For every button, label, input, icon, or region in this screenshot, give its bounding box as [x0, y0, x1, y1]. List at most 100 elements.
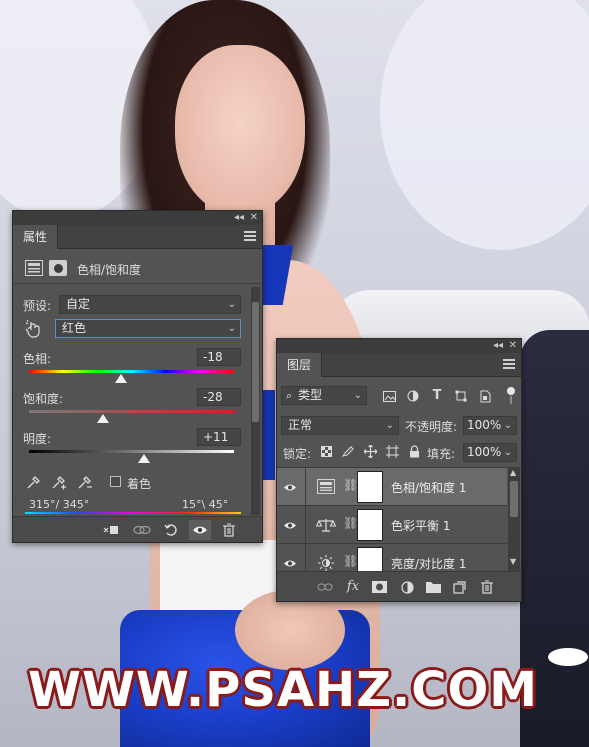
lock-position-icon[interactable] [363, 444, 377, 458]
reset-icon[interactable] [161, 521, 181, 539]
hue-value-field[interactable]: -18 [197, 348, 241, 366]
panel-titlebar[interactable]: ◂◂ ✕ [13, 211, 262, 225]
hue-slider-thumb[interactable] [115, 374, 128, 383]
layers-panel: ◂◂ ✕ 图层 ⌕ 类型 ⌄ T 正常 ⌄ 不透明度: 100% ⌄ 锁定: 填… [276, 338, 522, 602]
saturation-slider-track[interactable] [29, 410, 234, 413]
range-left-value: 315°/ 345° [29, 498, 90, 511]
adjustment-layer-icon [25, 260, 43, 276]
view-previous-state-icon[interactable] [131, 521, 153, 539]
layer-mask-thumbnail[interactable] [357, 509, 383, 541]
adjustment-title: 色相/饱和度 [77, 263, 142, 277]
layer-filter-value: 类型 [298, 388, 323, 402]
chevron-down-icon: ⌄ [227, 323, 236, 334]
preset-value: 自定 [66, 297, 91, 311]
lightness-value-field[interactable]: +11 [197, 428, 241, 446]
chevron-down-icon: ⌄ [503, 420, 512, 431]
opacity-label: 不透明度: [405, 420, 458, 434]
link-icon[interactable]: ⛓ [343, 554, 358, 568]
saturation-slider-thumb[interactable] [96, 414, 109, 423]
scroll-up-icon[interactable]: ▲ [510, 468, 516, 477]
fill-value: 100% [467, 445, 502, 459]
filter-type-icon[interactable]: T [429, 387, 445, 403]
eyedropper-add-icon[interactable] [49, 474, 69, 492]
lock-transparent-pixels-icon[interactable] [319, 444, 333, 458]
new-layer-icon[interactable] [449, 578, 469, 596]
blend-mode-value: 正常 [288, 418, 313, 432]
eyedropper-icon[interactable] [23, 474, 43, 492]
scrollbar-thumb[interactable] [252, 302, 259, 422]
targeted-adjustment-hand-icon[interactable] [23, 319, 43, 339]
scrollbar-thumb[interactable] [510, 481, 518, 517]
tab-properties[interactable]: 属性 [13, 225, 59, 249]
eye-icon[interactable] [283, 481, 297, 495]
eye-icon[interactable] [283, 519, 297, 533]
clip-to-layer-icon[interactable] [101, 521, 121, 539]
saturation-value-field[interactable]: -28 [197, 388, 241, 406]
chevron-down-icon: ⌄ [503, 447, 512, 458]
hue-saturation-icon [317, 479, 335, 494]
new-group-icon[interactable] [423, 578, 443, 596]
filter-toggle[interactable] [507, 387, 516, 405]
layer-name[interactable]: 亮度/对比度 1 [391, 555, 467, 571]
layer-row[interactable]: ⛓ 色相/饱和度 1 [277, 468, 507, 506]
add-mask-icon[interactable] [369, 578, 389, 596]
layer-name[interactable]: 色相/饱和度 1 [391, 479, 467, 496]
layer-mask-thumbnail[interactable] [357, 547, 383, 571]
panel-titlebar[interactable]: ◂◂ ✕ [277, 339, 521, 353]
scroll-down-icon[interactable]: ▼ [510, 557, 516, 566]
layer-row[interactable]: ⛓ 亮度/对比度 1 [277, 544, 507, 571]
preset-dropdown[interactable]: 自定 ⌄ [59, 295, 241, 314]
trash-icon[interactable] [477, 578, 497, 596]
panel-menu-icon[interactable] [244, 231, 256, 241]
close-icon[interactable]: ✕ [250, 211, 258, 225]
blend-mode-dropdown[interactable]: 正常 ⌄ [281, 416, 399, 435]
link-layers-icon[interactable] [315, 578, 335, 596]
collapse-icon[interactable]: ◂◂ [493, 339, 503, 353]
lightness-slider-thumb[interactable] [137, 454, 150, 463]
opacity-field[interactable]: 100% ⌄ [463, 416, 517, 435]
layer-filter-dropdown[interactable]: ⌕ 类型 ⌄ [281, 386, 367, 405]
fill-field[interactable]: 100% ⌄ [463, 443, 517, 462]
range-color-bar[interactable] [25, 512, 241, 514]
collapse-icon[interactable]: ◂◂ [234, 211, 244, 225]
layer-row[interactable]: ⛓ 色彩平衡 1 [277, 506, 507, 544]
lock-all-icon[interactable] [407, 443, 421, 459]
lock-image-pixels-icon[interactable] [341, 444, 355, 458]
panel-menu-icon[interactable] [503, 359, 515, 369]
new-adjustment-layer-icon[interactable] [397, 578, 417, 596]
layer-name[interactable]: 色彩平衡 1 [391, 517, 450, 534]
hue-label: 色相: [23, 352, 52, 366]
lock-artboard-icon[interactable] [385, 444, 399, 458]
saturation-label: 饱和度: [23, 392, 64, 406]
colorize-checkbox[interactable] [110, 476, 121, 487]
eye-icon[interactable] [283, 557, 297, 571]
channel-value: 红色 [62, 321, 87, 335]
lock-label: 锁定: [283, 447, 312, 461]
filter-adjustment-icon[interactable] [405, 388, 421, 404]
filter-smart-object-icon[interactable] [477, 388, 493, 404]
trash-icon[interactable] [219, 521, 239, 539]
filter-pixel-icon[interactable] [381, 388, 397, 404]
properties-scrollbar[interactable] [251, 287, 260, 515]
channel-dropdown[interactable]: 红色 ⌄ [55, 319, 241, 338]
lightness-slider-track[interactable] [29, 450, 234, 453]
layers-scrollbar[interactable]: ▲ ▼ [508, 467, 520, 571]
toggle-visibility-icon[interactable] [189, 520, 211, 540]
opacity-value: 100% [467, 418, 502, 432]
eyedropper-subtract-icon[interactable] [75, 474, 95, 492]
lightness-label: 明度: [23, 432, 52, 446]
chevron-down-icon: ⌄ [227, 299, 236, 310]
link-icon[interactable]: ⛓ [343, 478, 358, 492]
preset-label: 预设: [23, 299, 52, 313]
tab-layers[interactable]: 图层 [277, 353, 323, 377]
fx-icon[interactable]: fx [343, 577, 363, 595]
layer-mask-thumbnail[interactable] [357, 471, 383, 503]
brightness-contrast-icon [315, 553, 337, 571]
colorize-label: 着色 [127, 477, 152, 491]
close-icon[interactable]: ✕ [509, 339, 517, 353]
link-icon[interactable]: ⛓ [343, 516, 358, 530]
color-balance-icon [315, 515, 337, 535]
hue-slider-track[interactable] [29, 370, 234, 373]
filter-shape-icon[interactable] [453, 388, 469, 404]
layer-mask-icon[interactable] [49, 260, 67, 276]
